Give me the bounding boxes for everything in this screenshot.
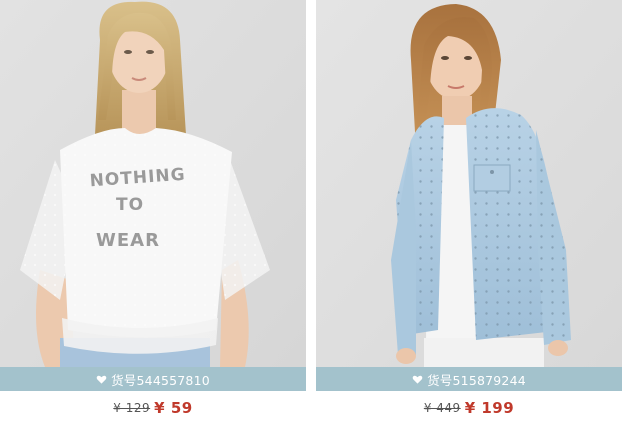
- price-row: ¥ 129 ¥ 59: [0, 395, 306, 421]
- product-card-1[interactable]: NOTHING TO WEAR 货号544557810 ¥ 129 ¥ 59: [0, 0, 306, 427]
- product-code-bar: 货号515879244: [316, 367, 622, 391]
- product-code-label: 货号544557810: [111, 372, 210, 388]
- shirt-print-line-3: WEAR: [96, 230, 160, 251]
- product-image-1[interactable]: NOTHING TO WEAR: [0, 0, 306, 367]
- product-grid: NOTHING TO WEAR 货号544557810 ¥ 129 ¥ 59 货…: [0, 0, 622, 427]
- heart-icon: [412, 375, 423, 384]
- product-image-2[interactable]: [316, 0, 622, 367]
- price-row: ¥ 449 ¥ 199: [316, 395, 622, 421]
- shirt-print-line-2: TO: [116, 195, 144, 215]
- denim-jacket-model-photo: [316, 0, 622, 367]
- tshirt-model-photo: NOTHING TO WEAR: [0, 0, 306, 367]
- product-code-bar: 货号544557810: [0, 367, 306, 391]
- heart-icon: [96, 375, 107, 384]
- sale-price: ¥ 59: [154, 399, 193, 417]
- sale-price: ¥ 199: [464, 399, 515, 417]
- product-code-label: 货号515879244: [427, 372, 526, 388]
- original-price: ¥ 129: [113, 401, 151, 415]
- product-card-2[interactable]: 货号515879244 ¥ 449 ¥ 199: [316, 0, 622, 427]
- original-price: ¥ 449: [423, 401, 461, 415]
